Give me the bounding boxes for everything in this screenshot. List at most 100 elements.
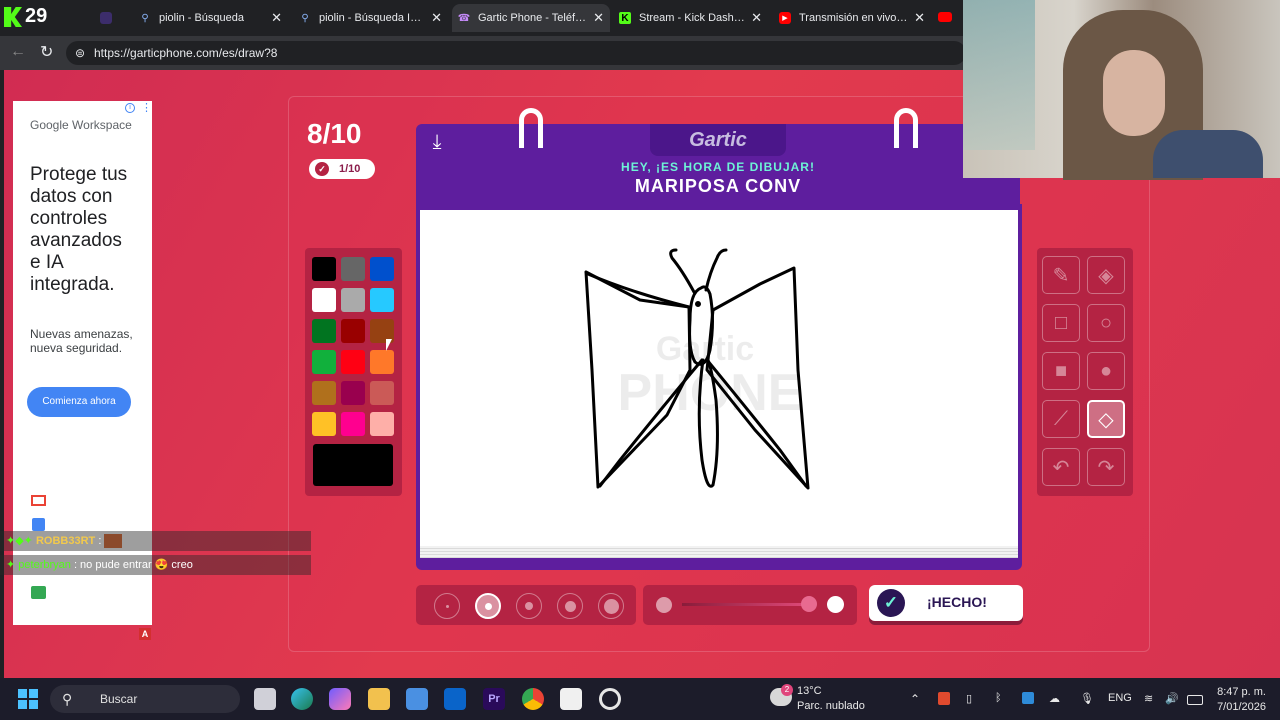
brush-size-2[interactable] — [475, 593, 501, 619]
capcut-icon[interactable] — [560, 688, 582, 710]
clock-time[interactable]: 8:47 p. m. — [1214, 686, 1266, 698]
chat-badge-icons: ✦ — [6, 559, 19, 571]
tab-youtube-live[interactable]: ▶ Transmisión en vivo - Yo ✕ — [773, 4, 931, 32]
circle-outline-icon[interactable]: ○ — [1087, 304, 1125, 342]
chrome-icon[interactable] — [522, 688, 544, 710]
download-icon[interactable]: ⤓ — [426, 131, 448, 153]
ad-info-icon[interactable]: i — [125, 103, 135, 113]
tab-piolin-images[interactable]: ⚲ piolin - Búsqueda Imág ✕ — [293, 4, 448, 32]
color-swatch[interactable] — [312, 350, 336, 374]
color-swatch[interactable] — [312, 381, 336, 405]
clock-date[interactable]: 7/01/2026 — [1206, 701, 1266, 713]
chevron-up-icon[interactable]: ⌃ — [910, 692, 920, 706]
defender-icon[interactable] — [1022, 692, 1034, 704]
ad-headline-line: e IA — [30, 252, 64, 273]
tab-piolin-search[interactable]: ⚲ piolin - Búsqueda ✕ — [133, 4, 288, 32]
eraser-icon[interactable]: ◈ — [1087, 256, 1125, 294]
color-swatch[interactable] — [341, 412, 365, 436]
opacity-min-icon — [656, 597, 672, 613]
volume-icon[interactable]: 🔊 — [1165, 692, 1179, 705]
brush-size-3[interactable] — [516, 593, 542, 619]
tab-overflow-icon[interactable] — [100, 12, 112, 24]
close-tab-icon[interactable]: ✕ — [593, 10, 604, 26]
opacity-slider-track[interactable] — [682, 603, 810, 606]
close-tab-icon[interactable]: ✕ — [751, 10, 762, 26]
brush-size-4[interactable] — [557, 593, 583, 619]
done-button[interactable]: ✓ ¡HECHO! — [869, 585, 1023, 621]
sub-counter: 1/10 — [339, 163, 361, 175]
kick-counter: 29 — [25, 5, 48, 27]
weather-desc: Parc. nublado — [797, 700, 865, 712]
adchoices-icon[interactable]: A — [139, 628, 151, 640]
outlook-icon[interactable] — [444, 688, 466, 710]
color-swatch[interactable] — [370, 412, 394, 436]
cloud-icon[interactable]: ☁ — [1049, 692, 1060, 705]
tab-kick-dashboard[interactable]: K Stream - Kick Dashboar ✕ — [613, 4, 768, 32]
ad-headline-line: integrada. — [30, 274, 115, 295]
gmail-icon — [31, 495, 46, 506]
webcam-poster — [963, 0, 1035, 150]
language-indicator[interactable]: ENG — [1108, 692, 1132, 704]
draw-word: MARIPOSA CONV — [634, 176, 802, 196]
bluetooth-icon[interactable]: ᛒ — [995, 692, 1002, 704]
opacity-slider-handle[interactable] — [801, 596, 817, 612]
copilot-icon[interactable] — [329, 688, 351, 710]
taskbar-search[interactable]: ⚲ Buscar — [50, 685, 240, 713]
line-icon[interactable]: ⟋ — [1042, 400, 1080, 438]
webcam-person-face — [1103, 50, 1165, 136]
bucket-icon[interactable]: ◇ — [1087, 400, 1125, 438]
color-swatch[interactable] — [312, 319, 336, 343]
brush-size-1[interactable] — [434, 593, 460, 619]
site-info-icon[interactable]: ⊜ — [75, 41, 85, 65]
close-tab-icon[interactable]: ✕ — [914, 10, 925, 26]
done-label: ¡HECHO! — [927, 594, 987, 610]
redo-icon[interactable]: ↷ — [1087, 448, 1125, 486]
color-swatch[interactable] — [370, 257, 394, 281]
tab-label: Gartic Phone - Teléfono — [478, 12, 588, 24]
weather-temp: 13°C — [797, 685, 822, 697]
wifi-icon[interactable]: ≋ — [1144, 692, 1153, 705]
pencil-icon[interactable]: ✎ — [1042, 256, 1080, 294]
color-swatch[interactable] — [341, 381, 365, 405]
brave-icon[interactable] — [938, 692, 950, 705]
battery-icon[interactable] — [1187, 695, 1203, 705]
file-explorer-icon[interactable] — [368, 688, 390, 710]
youtube-icon[interactable] — [938, 12, 952, 22]
rectangle-outline-icon[interactable]: □ — [1042, 304, 1080, 342]
color-swatch[interactable] — [312, 257, 336, 281]
edge-icon[interactable] — [291, 688, 313, 710]
ad-cta-button[interactable]: Comienza ahora — [27, 387, 131, 417]
reload-icon[interactable]: ↻ — [40, 42, 53, 62]
color-swatch[interactable] — [312, 412, 336, 436]
color-swatch[interactable] — [370, 288, 394, 312]
color-swatch[interactable] — [370, 381, 394, 405]
ad-menu-icon[interactable]: ⋮ — [141, 101, 152, 114]
back-icon[interactable]: ← — [10, 43, 26, 61]
task-view-icon[interactable] — [254, 688, 276, 710]
color-swatch[interactable] — [312, 288, 336, 312]
premiere-icon[interactable]: Pr — [483, 688, 505, 710]
close-tab-icon[interactable]: ✕ — [271, 10, 282, 26]
color-swatch[interactable] — [341, 350, 365, 374]
tab-gartic-phone[interactable]: ☎ Gartic Phone - Teléfono ✕ — [452, 4, 610, 32]
circle-fill-icon[interactable]: ● — [1087, 352, 1125, 390]
brush-size-5[interactable] — [598, 593, 624, 619]
usb-icon[interactable]: ▯ — [966, 692, 972, 705]
tab-label: Transmisión en vivo - Yo — [799, 12, 909, 24]
color-swatch[interactable] — [341, 257, 365, 281]
undo-icon[interactable]: ↶ — [1042, 448, 1080, 486]
close-tab-icon[interactable]: ✕ — [431, 10, 442, 26]
search-icon: ⚲ — [62, 691, 73, 707]
store-icon[interactable] — [406, 688, 428, 710]
rectangle-fill-icon[interactable]: ■ — [1042, 352, 1080, 390]
drawing-canvas[interactable]: Gartic PHONE — [420, 210, 1018, 548]
chat-text: : — [98, 535, 102, 547]
color-swatch[interactable] — [370, 350, 394, 374]
microphone-icon[interactable]: 🎙 — [1080, 692, 1094, 705]
url-field[interactable]: ⊜ https://garticphone.com/es/draw?8 — [66, 41, 966, 65]
color-swatch[interactable] — [341, 319, 365, 343]
kick-icon: K — [619, 12, 631, 24]
obs-icon[interactable] — [599, 688, 621, 710]
color-swatch[interactable] — [341, 288, 365, 312]
windows-start-icon[interactable] — [18, 689, 38, 709]
